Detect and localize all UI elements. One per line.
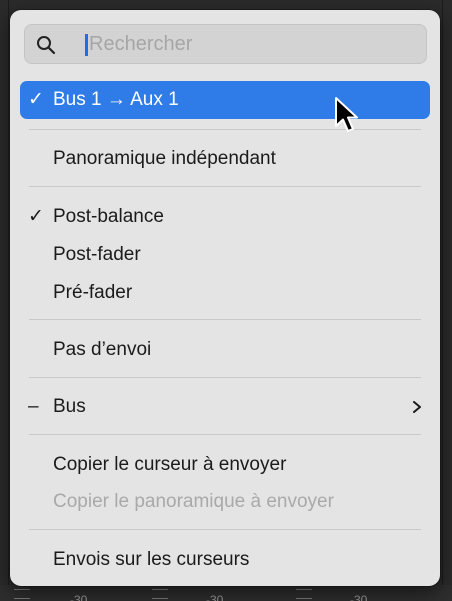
menu-item-bus-submenu[interactable]: – Bus [20,389,430,425]
menu-item-label: Post-balance [53,206,164,227]
menu-item-label: Copier le panoramique à envoyer [53,491,334,512]
send-popup-menu: ✓ Bus 1 → Aux 1 Panoramique indépendant … [10,10,440,586]
mixer-bottom-row: -30 -30 -30 [0,585,452,601]
menu-item-post-balance[interactable]: ✓ Post-balance [20,199,430,235]
fader-handle-icon [296,589,312,599]
chevron-right-icon [413,401,421,413]
menu-separator [29,186,421,187]
menu-item-label: Copier le curseur à envoyer [53,454,287,475]
fader-handle-icon [14,589,30,599]
menu-item-post-fader[interactable]: Post-fader [20,237,430,273]
menu-item-label: Bus 1 → Aux 1 [53,89,179,110]
channel-value: -30 [350,593,368,601]
checkmark-icon: ✓ [28,89,44,110]
menu-separator [29,319,421,320]
magnifier-icon [37,36,56,55]
menu-item-copy-fader-to-send[interactable]: Copier le curseur à envoyer [20,447,430,483]
menu-item-no-send[interactable]: Pas d’envoi [20,332,430,368]
menu-item-independent-pan[interactable]: Panoramique indépendant [20,141,430,177]
channel-value: -30 [70,593,88,601]
menu-separator [29,529,421,530]
mixed-state-icon: – [28,396,39,417]
channel-strip-divider [8,0,9,601]
checkmark-icon: ✓ [28,206,44,227]
menu-item-label: Post-fader [53,244,141,265]
fader-handle-icon [152,589,168,599]
menu-item-sends-on-faders[interactable]: Envois sur les curseurs [20,542,430,578]
menu-item-pre-fader[interactable]: Pré-fader [20,275,430,311]
menu-item-label: Pré-fader [53,282,133,303]
menu-item-label: Bus [53,396,86,417]
search-field[interactable] [24,24,427,64]
menu-item-label: Envois sur les curseurs [53,549,250,570]
menu-item-label: Panoramique indépendant [53,148,276,169]
menu-item-copy-pan-to-send: Copier le panoramique à envoyer [20,484,430,520]
search-input[interactable] [89,30,409,58]
channel-strip-divider [442,0,443,601]
channel-value: -30 [206,593,224,601]
menu-separator [29,434,421,435]
menu-separator [29,129,421,130]
text-caret [85,34,88,56]
menu-item-label: Pas d’envoi [53,339,152,360]
menu-separator [29,377,421,378]
menu-item-bus-1-aux-1[interactable]: ✓ Bus 1 → Aux 1 [20,81,430,119]
